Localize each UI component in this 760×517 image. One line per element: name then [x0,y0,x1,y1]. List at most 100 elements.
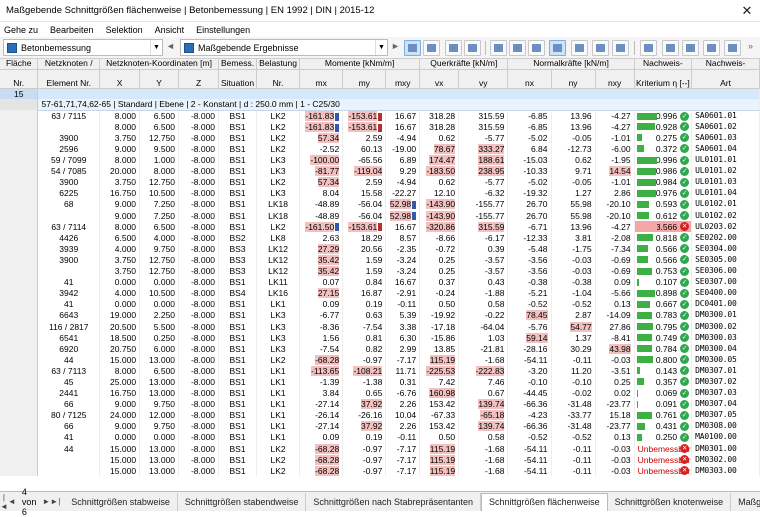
sheet-tab[interactable]: Schnittgrößen flächenweise [481,492,608,511]
table-row-flaeche[interactable]: 15 [0,88,760,100]
previous-sheet-icon[interactable]: ◄ [8,497,16,506]
cell-nxy: -23.77 [595,420,635,432]
cell-art: SE0307.00 [691,276,760,288]
row-header [0,454,39,466]
col-bemessung[interactable]: Bemess. [218,59,258,70]
next-sheet-icon[interactable]: ► [42,497,50,506]
highlighted-value: 52.98 [389,210,412,221]
table-row[interactable]: 80 / 7125 24.000 12.000 -8.000 BS1 LK1 -26.14-… [0,409,760,421]
table-row[interactable]: 41 0.000 0.000 -8.000 BS1 LK11 0.07 0.84 16.67 0.… [0,276,760,288]
table-row[interactable]: 3942 4.000 10.500 -8.000 BS4 LK16 27.15 16.87 -2… [0,287,760,299]
col-nachweis-art[interactable]: Nachweis- [691,59,760,70]
menu-gehe-zu[interactable]: Gehe zu [4,25,38,35]
table-row[interactable]: 45 25.000 13.000 -8.000 BS1 LK1 -1.39 -1.38 0.31… [0,376,760,388]
table-row[interactable]: 2596 9.000 9.500 -8.000 BS1 LK2 -2.52 60.13 -19.… [0,143,760,155]
cell-kriterium: 0.357 ✓ [634,376,693,388]
table-row[interactable]: 9.000 7.250 -8.000 BS1 LK18 -48.89 -56.04 52.98… [0,210,760,222]
cursor-icon[interactable] [640,40,657,56]
menu-bearbeiten[interactable]: Bearbeiten [50,25,94,35]
table-row[interactable]: 15.000 13.000 -8.000 BS1 LK2 -68.28 -0.97 -7.17… [0,465,760,477]
col-normalkraefte[interactable]: Normalkräfte [kN/m] [507,59,635,70]
cell-ny: -1.04 [551,287,596,299]
col-belastung[interactable]: Belastung [256,59,301,70]
table-row[interactable]: 6225 16.750 10.500 -8.000 BS1 LK3 8.04 15.58 -22… [0,187,760,199]
table-row[interactable]: 41 0.000 0.000 -8.000 BS1 LK1 0.09 0.19 -0.11 0.5… [0,431,760,443]
table-row[interactable]: 4426 6.500 4.000 -8.000 BS2 LK8 2.63 18.29 8.57-… [0,232,760,244]
group-row[interactable]: 57-61,71,74,62-65 | Standard | Ebene | 2… [0,99,760,111]
table-row[interactable]: 3.750 12.750 -8.000 BS3 LK12 35.42 1.59 -3.24 0.… [0,265,760,277]
col-momente[interactable]: Momente [kNm/m] [299,59,421,70]
color-scale-icon[interactable] [612,40,629,56]
table-row[interactable]: 41 0.000 0.000 -8.000 BS1 LK1 0.09 0.19 -0.11 0.5… [0,298,760,310]
first-sheet-icon[interactable]: |◄ [0,493,8,511]
cell-element: 6541 [37,332,101,344]
scale-icon[interactable] [445,40,462,56]
table-row[interactable]: 3900 3.750 12.750 -8.000 BS1 LK2 57.34 2.59 -4.9… [0,176,760,188]
table-row[interactable]: 15.000 13.000 -8.000 BS1 LK2 -68.28 -0.97 -7.17… [0,454,760,466]
table-row[interactable]: 3900 3.750 12.750 -8.000 BS1 LK2 57.34 2.59 -4.9… [0,132,760,144]
sheet-tab[interactable]: Schnittgrößen knotenweise [608,492,732,511]
menu-ansicht[interactable]: Ansicht [155,25,185,35]
table-row[interactable]: 63 / 7114 8.000 6.500 -8.000 BS1 LK2 -161.50 -1… [0,221,760,233]
sheet-tab[interactable]: Maßg [731,493,760,511]
table-row[interactable]: 3900 3.750 12.750 -8.000 BS3 LK12 35.42 1.59 -3.… [0,254,760,266]
cell-belastung: LK1 [256,398,301,410]
table-row[interactable]: 59 / 7099 8.000 1.000 -8.000 BS1 LK3 -100.00 -6… [0,154,760,166]
col-netzknoten[interactable]: Netzknoten / [37,59,101,70]
table-row[interactable]: 66 9.000 9.750 -8.000 BS1 LK1 -27.14 37.92 2.26 1… [0,398,760,410]
table-row[interactable]: 3939 4.000 9.750 -8.000 BS3 LK12 27.29 20.56 -2.… [0,243,760,255]
kriterium-value: 0.107 [655,277,678,288]
table-row[interactable]: 63 / 7113 8.000 6.500 -8.000 BS1 LK1 -113.65 -1… [0,365,760,377]
zoom-icon[interactable] [682,40,699,56]
eye-icon[interactable] [703,40,720,56]
last-sheet-icon[interactable]: ►| [50,497,60,506]
table-select[interactable]: Maßgebende Ergebnisse ▼ [180,39,388,56]
ok-icon: ✓ [680,421,690,431]
table-row[interactable]: 54 / 7085 20.000 8.000 -8.000 BS1 LK3 -81.77 -1… [0,165,760,177]
table-row[interactable]: 63 / 7115 8.000 6.500 -8.000 BS1 LK2 -161.83 -1… [0,110,760,122]
cell-kriterium: 0.996 ✓ [634,110,693,122]
select-icon[interactable] [404,40,421,56]
excel-icon[interactable] [571,40,588,56]
table-row[interactable]: 66 9.000 9.750 -8.000 BS1 LK1 -27.14 37.92 2.26 1… [0,420,760,432]
cell-kriterium: 0.818 ✓ [634,232,693,244]
cell-art: DM0307.05 [691,409,760,421]
columns-icon[interactable] [509,40,526,56]
previous-icon[interactable]: ◄ [166,41,175,51]
table-row[interactable]: 44 15.000 13.000 -8.000 BS1 LK2 -68.28 -0.97 -7.… [0,443,760,455]
sheet-tab[interactable]: Schnittgrößen nach Stabrepräsentanten [306,492,482,511]
cell-art: UL0101.01 [691,154,760,166]
col-querkraefte[interactable]: Querkräfte [kN/m] [419,59,509,70]
table-row[interactable]: 68 9.000 7.250 -8.000 BS1 LK18 -48.89 -56.04 52.… [0,198,760,211]
table-row[interactable]: 116 / 2817 20.500 5.500 -8.000 BS1 LK3 -8.36 -7… [0,320,760,333]
menu-selektion[interactable]: Selektion [106,25,143,35]
grid-icon[interactable] [528,40,545,56]
value-icon[interactable] [464,40,481,56]
table-row[interactable]: 6643 19.000 2.250 -8.000 BS1 LK3 -6.77 0.63 5.39… [0,309,760,321]
close-icon[interactable]: ✕ [734,0,760,22]
more-icon[interactable]: » [748,41,753,51]
sheet-tab[interactable]: Schnittgrößen stabendweise [178,492,307,511]
search-icon[interactable] [662,40,679,56]
table-row[interactable]: 2441 16.750 13.000 -8.000 BS1 LK1 3.84 0.65 -6.7… [0,387,760,399]
cell-mx: -2.52 [299,143,344,155]
col-nachweis-kriterium[interactable]: Nachweis- [634,59,693,70]
filter-icon[interactable] [592,40,609,56]
table-row[interactable]: 6920 20.750 6.000 -8.000 BS1 LK3 -7.54 0.82 2.99… [0,343,760,355]
cell-mx: -26.14 [299,409,344,421]
pick-icon[interactable] [423,40,440,56]
rows-icon[interactable] [490,40,507,56]
view-icon[interactable] [549,40,566,56]
table-row[interactable]: 6541 18.500 0.250 -8.000 BS1 LK3 1.56 0.81 6.30-… [0,332,760,344]
cell-vx: 115.19 [419,465,460,477]
table-row[interactable]: 8.000 6.500 -8.000 BS1 LK2 -161.83 -153.61 16.6… [0,121,760,133]
table-row[interactable]: 44 15.000 13.000 -8.000 BS1 LK2 -68.28 -0.97 -7.… [0,354,760,366]
col-koordinaten[interactable]: Netzknoten-Koordinaten [m] [99,59,220,70]
menu-einstellungen[interactable]: Einstellungen [196,25,250,35]
module-select[interactable]: Betonbemessung ▼ [3,39,163,56]
help-icon[interactable] [724,40,741,56]
next-icon[interactable]: ► [391,41,400,51]
sheet-tab[interactable]: Schnittgrößen stabweise [64,492,178,511]
highlighted-value: 59.14 [526,332,548,343]
col-flaeche[interactable]: Fläche [0,59,39,70]
